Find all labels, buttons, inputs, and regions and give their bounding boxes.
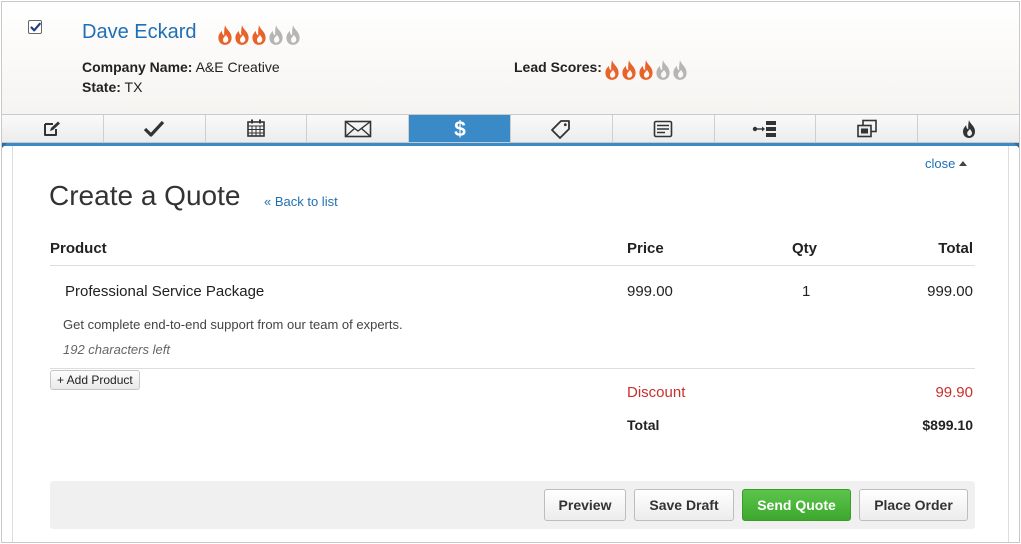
close-panel-link[interactable]: close <box>925 156 968 171</box>
tab-calendar[interactable] <box>206 115 308 142</box>
dollar-sign-icon: $ <box>454 118 466 140</box>
flame-empty-icon <box>269 25 283 45</box>
send-quote-button[interactable]: Send Quote <box>742 489 851 521</box>
quote-action-bar: Preview Save Draft Send Quote Place Orde… <box>50 481 975 529</box>
grand-total-label: Total <box>627 417 660 433</box>
company-value: A&E Creative <box>195 59 280 75</box>
flame-filled-icon <box>605 60 619 80</box>
add-product-button[interactable]: + Add Product <box>50 370 140 390</box>
lead-scores-field: Lead Scores: <box>514 59 602 75</box>
flame-filled-icon <box>622 60 636 80</box>
select-contact-checkbox[interactable] <box>28 20 42 34</box>
tab-tasks[interactable] <box>104 115 206 142</box>
tab-forms[interactable] <box>613 115 715 142</box>
company-field: Company Name: A&E Creative <box>82 59 280 75</box>
tab-sequences[interactable] <box>715 115 817 142</box>
tab-lead-score[interactable] <box>918 115 1019 142</box>
tab-email[interactable] <box>307 115 410 142</box>
duplicate-windows-icon <box>856 119 877 137</box>
product-qty[interactable]: 1 <box>802 283 810 300</box>
flame-filled-icon <box>235 25 249 45</box>
flame-empty-icon <box>286 25 300 45</box>
characters-left-counter: 192 characters left <box>63 342 170 357</box>
company-label: Company Name: <box>82 59 193 75</box>
state-label: State: <box>82 79 121 95</box>
lead-score-flames <box>604 59 688 81</box>
state-field: State: TX <box>82 79 142 95</box>
column-header-qty: Qty <box>792 240 818 257</box>
place-order-button[interactable]: Place Order <box>859 489 968 521</box>
svg-text:$: $ <box>454 118 466 140</box>
caret-up-icon <box>959 161 968 166</box>
email-envelope-icon <box>344 120 372 137</box>
back-to-list-link[interactable]: « Back to list <box>264 194 338 209</box>
tag-icon <box>551 119 571 139</box>
flame-empty-icon <box>656 60 670 80</box>
discount-value[interactable]: 99.90 <box>935 384 973 401</box>
flame-filled-icon <box>639 60 653 80</box>
product-description[interactable]: Get complete end-to-end support from our… <box>63 317 403 332</box>
tab-duplicates[interactable] <box>816 115 919 142</box>
contact-score-flames <box>217 24 301 46</box>
discount-label: Discount <box>627 384 686 401</box>
header-divider <box>50 265 975 266</box>
page-title: Create a Quote <box>49 180 241 211</box>
quote-panel: close Create a Quote « Back to list Prod… <box>12 146 1009 542</box>
form-icon <box>653 120 673 137</box>
tab-quotes[interactable]: $ <box>409 115 511 142</box>
items-divider <box>50 368 975 369</box>
product-line-total: 999.00 <box>927 283 973 300</box>
sequence-flow-icon <box>752 120 776 137</box>
grand-total-value: $899.10 <box>922 417 973 433</box>
contact-tabs: $ <box>2 114 1019 143</box>
checkmark-icon <box>144 120 165 137</box>
preview-button[interactable]: Preview <box>544 489 626 521</box>
edit-note-icon <box>44 121 61 136</box>
contact-record-panel: Dave Eckard Company Name: A&E Creative S… <box>1 1 1020 543</box>
contact-header: Dave Eckard Company Name: A&E Creative S… <box>2 2 1019 114</box>
flame-filled-icon <box>252 25 266 45</box>
tab-notes[interactable] <box>2 115 104 142</box>
flame-icon <box>962 119 975 138</box>
state-value: TX <box>124 79 143 95</box>
contact-name-link[interactable]: Dave Eckard <box>82 21 197 44</box>
column-header-product: Product <box>50 240 107 257</box>
product-name[interactable]: Professional Service Package <box>65 283 264 300</box>
flame-filled-icon <box>218 25 232 45</box>
calendar-icon <box>247 119 265 137</box>
column-header-price: Price <box>627 240 664 257</box>
column-header-total: Total <box>938 240 973 257</box>
product-price[interactable]: 999.00 <box>627 283 673 300</box>
lead-scores-label: Lead Scores: <box>514 59 602 75</box>
flame-empty-icon <box>673 60 687 80</box>
save-draft-button[interactable]: Save Draft <box>634 489 734 521</box>
checkmark-icon <box>30 22 41 32</box>
tab-tags[interactable] <box>511 115 613 142</box>
close-label: close <box>925 156 956 171</box>
